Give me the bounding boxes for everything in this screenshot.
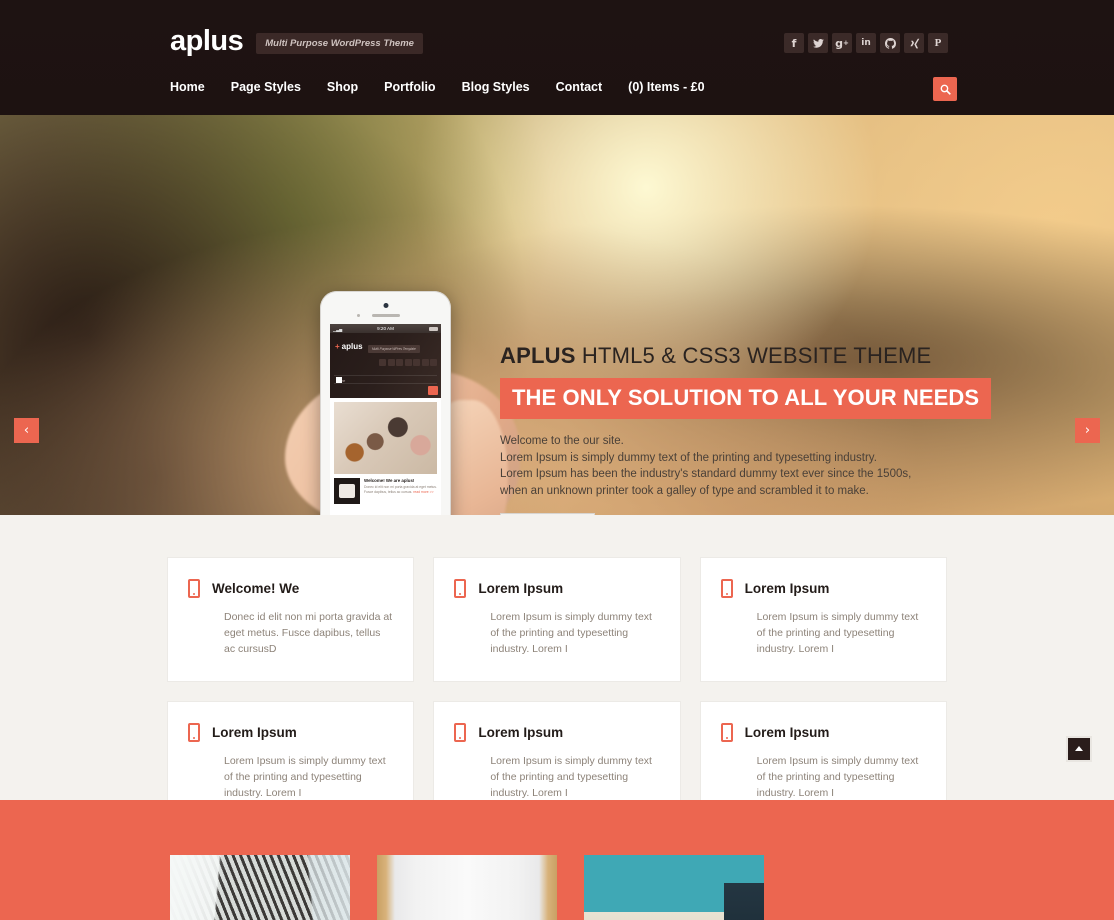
phone-welcome-block: Welcome! We are aplus! Donec id elit non… [334, 478, 437, 504]
phone-search-icon [428, 386, 438, 395]
phone-thumb-icon [334, 478, 360, 504]
nav-item-blog-styles[interactable]: Blog Styles [462, 80, 530, 94]
phone-social-twitter-icon [387, 359, 395, 366]
phone-status-bar: ▁▃▅ 9:20 AM [330, 324, 441, 333]
logo-block[interactable]: aplus Multi Purpose WordPress Theme [170, 25, 423, 57]
phone-card-text: Donec id elit non mi porta gravida at eg… [364, 485, 437, 494]
phone-social-icons [379, 359, 437, 366]
hero-title-rest: HTML5 & CSS3 WEBSITE THEME [575, 343, 932, 368]
feature-card-text: Lorem Ipsum is simply dummy text of the … [224, 755, 386, 799]
recent-works-thumbs [170, 855, 764, 920]
mobile-phone-icon [188, 723, 200, 742]
hero-banner-text: THE ONLY SOLUTION TO ALL YOUR NEEDS [512, 385, 980, 410]
mobile-phone-icon [720, 579, 733, 598]
social-link-linkedin[interactable]: in [856, 33, 876, 53]
feature-card-text: Donec id elit non mi porta gravida at eg… [224, 611, 393, 655]
site-logo[interactable]: aplus [170, 25, 244, 57]
nav-item-contact[interactable]: Contact [556, 80, 603, 94]
feature-card-text: Lorem Ipsum is simply dummy text of the … [490, 755, 652, 799]
feature-card-text: Lorem Ipsum is simply dummy text of the … [756, 755, 919, 799]
mobile-phone-icon [720, 723, 733, 742]
hero-title: APLUS HTML5 & CSS3 WEBSITE THEME [500, 343, 960, 369]
features-section: Welcome! We Donec id elit non mi porta g… [0, 515, 1114, 826]
mobile-phone-icon [454, 579, 467, 598]
phone-nav-row: Home [334, 375, 437, 384]
recent-works-section: ‹ › Recent Works Donec id elit non mi po… [0, 800, 1114, 920]
hero-copy: APLUS HTML5 & CSS3 WEBSITE THEME THE ONL… [500, 343, 992, 515]
social-link-xing[interactable] [904, 33, 924, 53]
hero-paragraph-line: Welcome to the our site. [500, 435, 624, 447]
phone-mockup: ▁▃▅ 9:20 AM aplus Multi Purpose WPres Te… [320, 291, 451, 515]
hero-paragraph: Welcome to the our site. Lorem Ipsum is … [500, 433, 960, 499]
recent-work-thumb-pool[interactable] [584, 855, 764, 920]
phone-social-google-icon [396, 359, 403, 366]
nav-item-page-styles[interactable]: Page Styles [231, 80, 301, 94]
phone-social-facebook-icon [379, 359, 386, 366]
feature-card[interactable]: Lorem Ipsum Lorem Ipsum is simply dummy … [433, 557, 681, 682]
site-header: aplus Multi Purpose WordPress Theme f g +… [0, 0, 1114, 115]
hero-paragraph-line: when an unknown printer took a galley of… [500, 484, 869, 497]
nav-item-portfolio[interactable]: Portfolio [384, 80, 435, 94]
phone-screen: ▁▃▅ 9:20 AM aplus Multi Purpose WPres Te… [330, 324, 441, 515]
phone-social-linkedin-icon [404, 359, 412, 366]
hero-paragraph-line: Lorem Ipsum is simply dummy text of the … [500, 451, 877, 464]
battery-icon [429, 327, 438, 331]
phone-speaker [371, 314, 400, 317]
logo-tagline: Multi Purpose WordPress Theme [256, 32, 423, 54]
feature-card-title: Lorem Ipsum [212, 725, 297, 740]
feature-card-text: Lorem Ipsum is simply dummy text of the … [756, 611, 919, 655]
social-link-facebook[interactable]: f [784, 33, 804, 53]
feature-card-title: Lorem Ipsum [744, 581, 830, 596]
hero-paragraph-line: Lorem Ipsum has been the industry's stan… [500, 468, 912, 480]
nav-item-shop[interactable]: Shop [327, 80, 358, 94]
search-button[interactable] [933, 77, 957, 101]
phone-social-pinterest-icon [430, 359, 437, 366]
feature-card[interactable]: Welcome! We Donec id elit non mi porta g… [167, 557, 415, 682]
phone-status-time: 9:20 AM [377, 326, 394, 331]
hero-banner: THE ONLY SOLUTION TO ALL YOUR NEEDS [500, 378, 992, 419]
search-icon [940, 84, 951, 95]
nav-item-home[interactable]: Home [170, 80, 205, 94]
mobile-phone-icon [454, 723, 467, 742]
feature-card-title: Welcome! We [212, 581, 300, 596]
social-link-google-plus[interactable]: g + [832, 33, 852, 53]
phone-hero-photo [334, 402, 437, 474]
github-icon [884, 37, 896, 49]
features-grid: Welcome! We Donec id elit non mi porta g… [167, 557, 947, 826]
phone-social-xing-icon [421, 359, 429, 366]
hamburger-icon [336, 377, 342, 383]
social-link-twitter[interactable] [808, 33, 828, 53]
phone-nav: aplus Multi Purpose WPres Template Home [330, 333, 441, 398]
recent-work-thumb-train[interactable] [377, 855, 557, 920]
nav-item-cart[interactable]: (0) Items - £0 [628, 80, 704, 94]
phone-tagline: Multi Purpose WPres Template [368, 345, 420, 353]
feature-card[interactable]: Lorem Ipsum Lorem Ipsum is simply dummy … [699, 557, 947, 682]
recent-work-thumb-escalator[interactable] [170, 855, 350, 920]
chevron-up-icon [1075, 746, 1083, 751]
social-link-pinterest[interactable]: P [928, 33, 948, 53]
scroll-to-top-button[interactable] [1066, 736, 1092, 762]
hero-slider: ▁▃▅ 9:20 AM aplus Multi Purpose WPres Te… [0, 115, 1114, 515]
phone-sensor [357, 314, 360, 317]
main-navigation: Home Page Styles Shop Portfolio Blog Sty… [170, 80, 705, 94]
hero-title-bold: APLUS [500, 343, 576, 368]
feature-card-text: Lorem Ipsum is simply dummy text of the … [490, 611, 652, 655]
phone-camera-icon [383, 303, 388, 308]
feature-card-title: Lorem Ipsum [744, 725, 830, 740]
social-link-github[interactable] [880, 33, 900, 53]
phone-card-title: Welcome! We are aplus! [364, 478, 415, 483]
twitter-icon [812, 38, 824, 48]
hero-next-button[interactable]: › [1075, 418, 1100, 443]
hero-prev-button[interactable]: ‹ [14, 418, 39, 443]
feature-card-title: Lorem Ipsum [478, 581, 564, 596]
phone-card-link: read more >> [413, 490, 434, 494]
feature-card-title: Lorem Ipsum [478, 725, 564, 740]
signal-icon: ▁▃▅ [333, 326, 343, 332]
xing-icon [909, 38, 919, 48]
phone-social-github-icon [413, 359, 420, 366]
phone-logo: aplus [335, 342, 363, 351]
mobile-phone-icon [188, 579, 200, 598]
social-links: f g + in P [784, 33, 948, 53]
